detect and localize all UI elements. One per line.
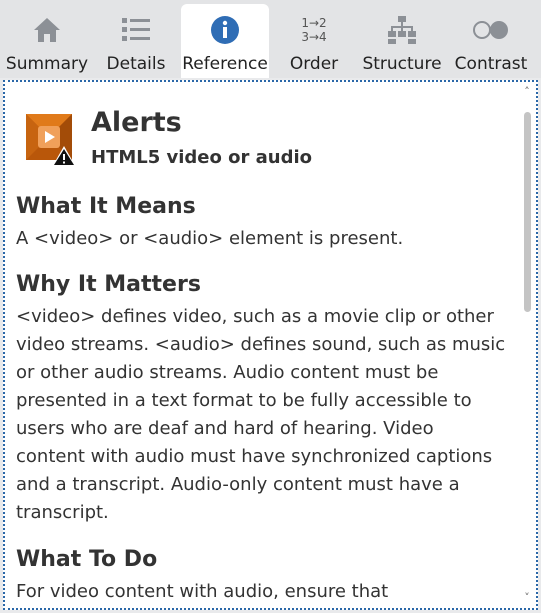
scroll-down-arrow-icon[interactable]: ˅ xyxy=(520,590,534,606)
tab-summary[interactable]: Summary xyxy=(4,4,90,78)
list-icon xyxy=(94,14,178,46)
reference-panel[interactable]: Alerts HTML5 video or audio What It Mean… xyxy=(3,80,538,610)
order-icon-line2: 3→4 xyxy=(301,30,327,44)
scrollbar[interactable]: ˄ ˅ xyxy=(520,82,534,608)
tab-order[interactable]: 1→2 3→4 Order xyxy=(272,4,356,78)
tab-details[interactable]: Details xyxy=(94,4,178,78)
alert-subtitle: HTML5 video or audio xyxy=(91,147,313,168)
tab-label: Details xyxy=(106,54,166,74)
tab-label: Summary xyxy=(5,54,89,74)
video-alert-icon xyxy=(24,112,80,168)
tab-structure[interactable]: Structure xyxy=(360,4,444,78)
structure-icon xyxy=(360,14,444,46)
tab-reference[interactable]: Reference xyxy=(181,4,269,78)
scrollbar-thumb[interactable] xyxy=(524,112,531,312)
section-heading-why-it-matters: Why It Matters xyxy=(16,272,201,297)
section-body-what-to-do: For video content with audio, ensure tha… xyxy=(16,581,389,602)
tab-label: Structure xyxy=(362,54,442,74)
tab-label: Order xyxy=(289,54,339,74)
section-body-what-it-means: A <video> or <audio> element is present. xyxy=(16,228,404,249)
tab-contrast[interactable]: Contrast xyxy=(448,4,534,78)
home-icon xyxy=(4,14,90,46)
section-heading-what-it-means: What It Means xyxy=(16,194,196,219)
section-heading-what-to-do: What To Do xyxy=(16,547,158,572)
tab-label: Reference xyxy=(182,54,268,74)
contrast-icon xyxy=(448,14,534,46)
order-icon-line1: 1→2 xyxy=(301,16,327,30)
scroll-up-arrow-icon[interactable]: ˄ xyxy=(520,84,534,100)
tab-label: Contrast xyxy=(454,54,528,74)
tab-bar: Summary Details Reference 1→2 3→4 Order xyxy=(0,0,541,78)
order-icon: 1→2 3→4 xyxy=(272,14,356,46)
section-body-why-it-matters: <video> defines video, such as a movie c… xyxy=(16,306,506,523)
alert-title: Alerts xyxy=(91,107,182,138)
info-icon xyxy=(181,14,269,46)
